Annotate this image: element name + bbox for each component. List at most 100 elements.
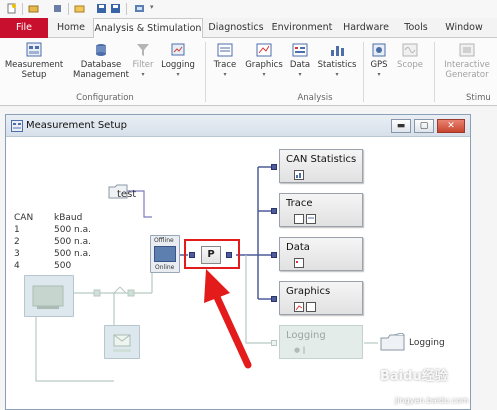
database-icon xyxy=(96,44,106,56)
node-data[interactable]: Data xyxy=(279,237,363,271)
data-window-icon xyxy=(294,258,304,268)
gps-label: GPS xyxy=(370,60,388,70)
trace-icon xyxy=(217,43,233,57)
ribbon-panel: Measurement Setup Database Management Fi… xyxy=(0,38,497,106)
node-trace[interactable]: Trace xyxy=(279,193,363,227)
logging-connector[interactable] xyxy=(271,340,277,346)
open-icon[interactable] xyxy=(28,3,39,14)
can-header: CAN xyxy=(14,213,34,223)
interactive-generator-button[interactable]: Interactive Generator xyxy=(438,42,496,80)
interactive-generator-icon xyxy=(459,43,475,57)
logging-file-icon[interactable] xyxy=(380,333,406,351)
group-stimulation-label: Stimu xyxy=(466,93,491,103)
logging-icon xyxy=(171,43,185,56)
customize-quick-access-icon[interactable]: ▾ xyxy=(150,3,154,11)
online-label: Online xyxy=(155,264,175,271)
offline-label: Offline xyxy=(154,237,174,244)
graphics-label: Graphics xyxy=(245,60,283,70)
hardware-interface-block[interactable] xyxy=(24,275,74,317)
channel-2: 2 xyxy=(14,237,20,247)
data-icon xyxy=(292,43,308,57)
undo-icon[interactable] xyxy=(52,3,63,14)
envelope-icon xyxy=(113,334,131,352)
node-logging[interactable]: Logging ● ‖ xyxy=(279,325,363,359)
tab-file[interactable]: File xyxy=(0,18,48,38)
interactive-generator-label: Interactive Generator xyxy=(444,60,490,80)
scope-button[interactable]: Scope xyxy=(394,42,426,70)
channel-1-baud: 500 n.a. xyxy=(54,225,91,235)
channel-4-baud: 500 xyxy=(54,261,72,271)
database-management-label: Database Management xyxy=(73,60,129,80)
channel-3-baud: 500 n.a. xyxy=(54,249,91,259)
data-connector[interactable] xyxy=(271,252,277,258)
graphics-button[interactable]: Graphics ▾ xyxy=(244,42,284,80)
tab-tools[interactable]: Tools xyxy=(398,18,434,38)
tab-hardware[interactable]: Hardware xyxy=(338,18,394,38)
tab-environment[interactable]: Environment xyxy=(269,18,335,38)
can-statistics-label: CAN Statistics xyxy=(286,154,357,165)
gps-icon xyxy=(372,43,386,57)
channel-1: 1 xyxy=(14,225,20,235)
logging-file-label: Logging xyxy=(409,338,445,348)
configuration-icon[interactable] xyxy=(134,3,145,14)
logging-button[interactable]: Logging ▾ xyxy=(158,42,198,80)
tab-home[interactable]: Home xyxy=(52,18,90,38)
tab-diagnostics[interactable]: Diagnostics xyxy=(206,18,266,38)
folder-icon[interactable] xyxy=(74,3,85,14)
can-statistics-icon xyxy=(294,170,304,180)
scope-icon xyxy=(402,43,418,57)
node-can-statistics[interactable]: CAN Statistics xyxy=(279,149,363,183)
switch-graphic xyxy=(154,246,176,262)
new-file-icon[interactable] xyxy=(6,3,17,14)
save-icon[interactable] xyxy=(96,3,107,14)
gps-button[interactable]: GPS ▾ xyxy=(366,42,392,80)
tab-analysis-stimulation[interactable]: Analysis & Stimulation xyxy=(93,18,203,39)
can-statistics-connector[interactable] xyxy=(271,164,277,170)
channel-3: 3 xyxy=(14,249,20,259)
filter-icon xyxy=(137,44,149,56)
node-graphics[interactable]: Graphics xyxy=(279,281,363,315)
group-analysis-label: Analysis xyxy=(297,93,333,103)
interface-card-icon xyxy=(32,285,64,309)
tab-window[interactable]: Window xyxy=(440,18,488,38)
graphics-connector[interactable] xyxy=(271,296,277,302)
database-management-button[interactable]: Database Management xyxy=(70,42,132,80)
filter-button[interactable]: Filter ▾ xyxy=(132,42,154,80)
generator-block[interactable] xyxy=(104,325,140,359)
trace-node-label: Trace xyxy=(286,198,313,209)
watermark-logo: Baidu经验 xyxy=(380,369,448,384)
watermark-url: jingyan.baidu.com xyxy=(395,396,469,405)
channel-2-baud: 500 n.a. xyxy=(54,237,91,247)
test-label: test xyxy=(117,189,137,200)
group-configuration-label: Configuration xyxy=(76,93,134,103)
statistics-button[interactable]: Statistics ▾ xyxy=(316,42,358,80)
ribbon-tabs: File Home Analysis & Stimulation Diagnos… xyxy=(0,18,497,39)
measurement-setup-label: Measurement Setup xyxy=(4,60,64,80)
trace-button[interactable]: Trace ▾ xyxy=(210,42,240,80)
save-as-icon[interactable] xyxy=(110,3,121,14)
graphics-icon xyxy=(256,43,272,57)
p-block[interactable]: P xyxy=(201,246,221,264)
statistics-icon xyxy=(331,46,344,56)
measurement-setup-button[interactable]: Measurement Setup xyxy=(4,42,64,80)
logging-record-controls-icon: ● ‖ xyxy=(294,346,306,354)
data-node-label: Data xyxy=(286,242,310,253)
measurement-setup-icon xyxy=(26,42,42,57)
trace-connector[interactable] xyxy=(271,208,277,214)
filter-label: Filter xyxy=(132,60,154,70)
channel-4: 4 xyxy=(14,261,20,271)
annotation-arrow xyxy=(204,269,252,369)
p-block-input-connector[interactable] xyxy=(189,252,195,258)
data-label: Data xyxy=(289,60,311,70)
logging-label: Logging xyxy=(161,60,195,70)
logging-node-label: Logging xyxy=(286,330,326,341)
scope-label: Scope xyxy=(397,60,423,70)
p-block-output-connector[interactable] xyxy=(226,252,232,258)
trace-label: Trace xyxy=(213,60,237,70)
offline-online-switch[interactable]: Offline Online xyxy=(150,235,180,273)
graphics-window-icons xyxy=(294,302,316,312)
data-button[interactable]: Data ▾ xyxy=(286,42,314,80)
graphics-node-label: Graphics xyxy=(286,286,331,297)
kbaud-header: kBaud xyxy=(54,213,83,223)
statistics-label: Statistics xyxy=(317,60,357,70)
